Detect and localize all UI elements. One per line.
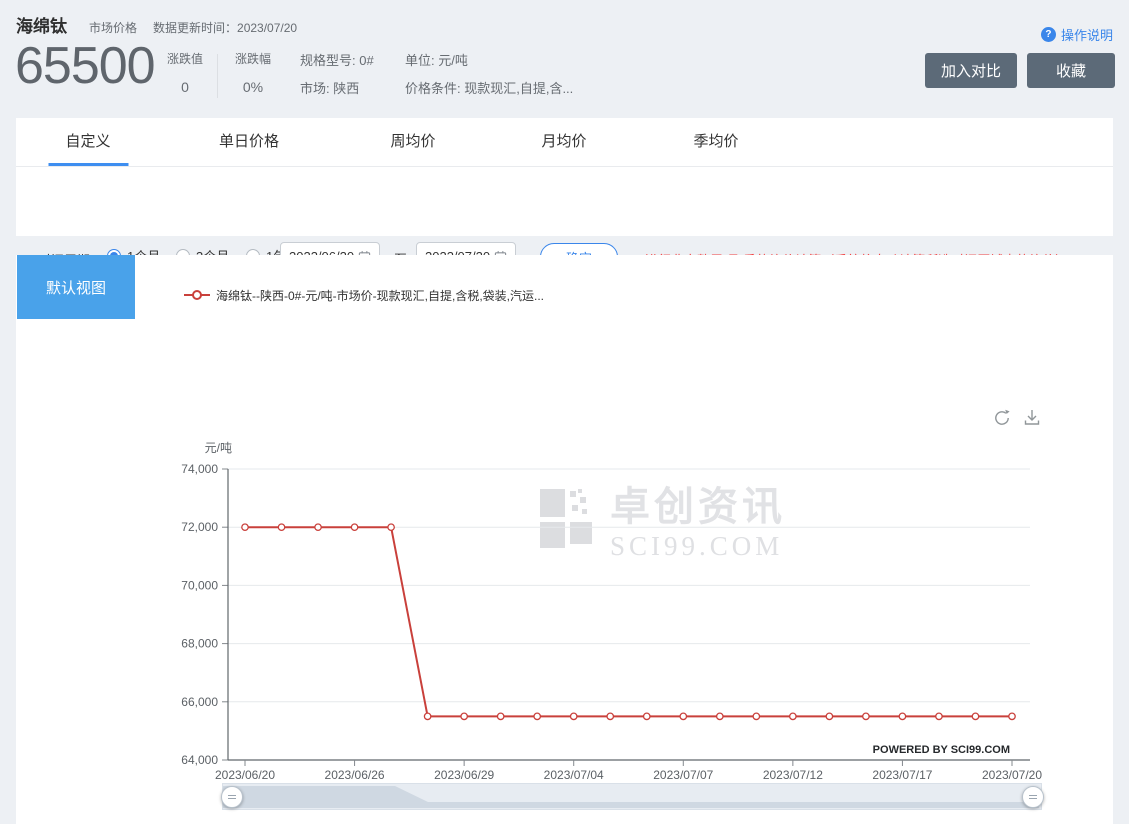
datazoom-right-handle[interactable] xyxy=(1022,786,1044,808)
datazoom-left-handle[interactable] xyxy=(221,786,243,808)
change-pct-block: 涨跌幅 0% xyxy=(228,50,278,95)
tab-custom[interactable]: 自定义 xyxy=(65,118,110,166)
svg-text:68,000: 68,000 xyxy=(181,637,218,651)
divider xyxy=(217,54,218,98)
svg-text:2023/07/17: 2023/07/17 xyxy=(872,768,932,782)
spec-unit: 单位: 元/吨 xyxy=(405,50,468,69)
svg-text:66,000: 66,000 xyxy=(181,695,218,709)
svg-text:POWERED BY SCI99.COM: POWERED BY SCI99.COM xyxy=(873,744,1010,756)
price-type-label: 市场价格 xyxy=(89,19,137,36)
page-title: 海绵钛 xyxy=(16,12,67,37)
filter-card: 自定义 单日价格 周均价 月均价 季均价 时间周期 1个月 3个月 1年 202… xyxy=(16,118,1113,236)
svg-text:2023/07/20: 2023/07/20 xyxy=(982,768,1042,782)
tab-quarterly-avg[interactable]: 季均价 xyxy=(693,118,738,166)
svg-text:2023/07/07: 2023/07/07 xyxy=(653,768,713,782)
datazoom-shadow xyxy=(223,784,1041,809)
svg-text:2023/06/26: 2023/06/26 xyxy=(325,768,385,782)
tab-daily-price[interactable]: 单日价格 xyxy=(219,118,279,166)
spec-market: 市场: 陕西 xyxy=(300,78,359,97)
change-value: 0 xyxy=(160,79,210,95)
current-price: 65500 xyxy=(15,40,155,92)
page: 海绵钛 市场价格 数据更新时间：2023/07/20 65500 涨跌值 0 涨… xyxy=(0,0,1129,824)
tab-bar: 自定义 单日价格 周均价 月均价 季均价 xyxy=(16,118,1113,167)
svg-text:2023/06/20: 2023/06/20 xyxy=(215,768,275,782)
datazoom-slider[interactable] xyxy=(222,783,1042,810)
price-chart: 74,00072,00070,00068,00066,00064,0002023… xyxy=(160,430,1060,790)
tab-monthly-avg[interactable]: 月均价 xyxy=(541,118,586,166)
filter-row: 时间周期 1个月 3个月 1年 2023/06/20 至 2023/07/20 … xyxy=(16,166,1113,236)
help-link[interactable]: ? 操作说明 xyxy=(1041,25,1113,44)
spec-condition: 价格条件: 现款现汇,自提,含... xyxy=(405,78,573,97)
add-compare-button[interactable]: 加入对比 xyxy=(925,53,1017,88)
svg-text:元/吨: 元/吨 xyxy=(205,441,232,455)
question-icon: ? xyxy=(1041,27,1056,42)
spec-model: 规格型号: 0# xyxy=(300,50,374,69)
favorite-button[interactable]: 收藏 xyxy=(1027,53,1115,88)
change-value-label: 涨跌值 xyxy=(160,50,210,67)
legend-line-marker-icon xyxy=(184,290,210,300)
chart-toolbox xyxy=(991,407,1043,429)
tab-weekly-avg[interactable]: 周均价 xyxy=(390,118,435,166)
change-pct: 0% xyxy=(228,79,278,95)
svg-text:64,000: 64,000 xyxy=(181,753,218,767)
svg-text:70,000: 70,000 xyxy=(181,578,218,592)
download-icon[interactable] xyxy=(1021,407,1043,429)
refresh-icon[interactable] xyxy=(991,407,1013,429)
update-time: 数据更新时间：2023/07/20 xyxy=(153,19,297,36)
legend-label: 海绵钛--陕西-0#-元/吨-市场价-现款现汇,自提,含税,袋装,汽运... xyxy=(216,287,544,304)
chart-card: 默认视图 海绵钛--陕西-0#-元/吨-市场价-现款现汇,自提,含税,袋装,汽运… xyxy=(16,255,1113,824)
help-label: 操作说明 xyxy=(1061,25,1113,44)
svg-text:74,000: 74,000 xyxy=(181,462,218,476)
change-value-block: 涨跌值 0 xyxy=(160,50,210,95)
svg-text:2023/07/12: 2023/07/12 xyxy=(763,768,823,782)
default-view-button[interactable]: 默认视图 xyxy=(17,255,135,319)
svg-text:72,000: 72,000 xyxy=(181,520,218,534)
svg-text:2023/06/29: 2023/06/29 xyxy=(434,768,494,782)
change-pct-label: 涨跌幅 xyxy=(228,50,278,67)
svg-text:2023/07/04: 2023/07/04 xyxy=(544,768,604,782)
chart-legend[interactable]: 海绵钛--陕西-0#-元/吨-市场价-现款现汇,自提,含税,袋装,汽运... xyxy=(184,285,544,305)
